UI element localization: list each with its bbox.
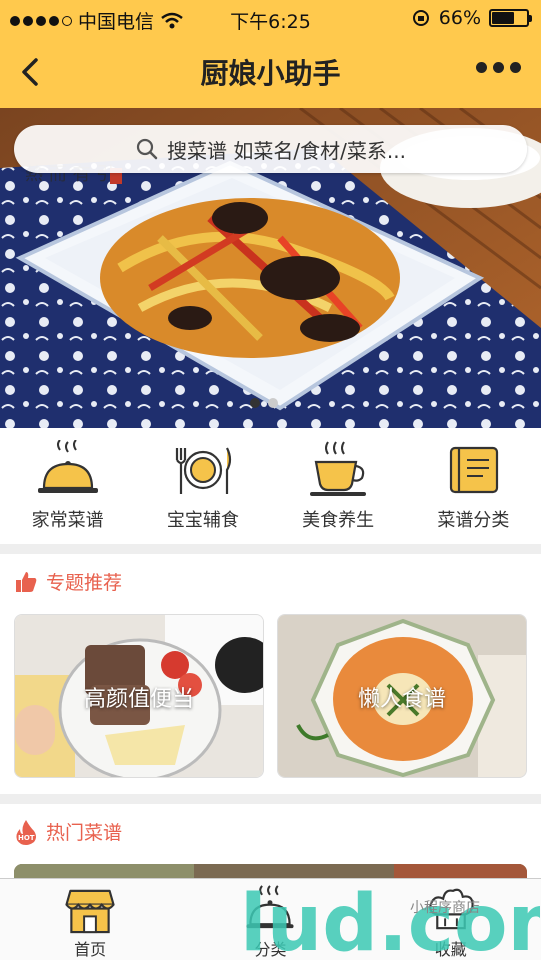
search-icon	[136, 138, 158, 160]
category-recipe-index[interactable]: 菜谱分类	[408, 428, 538, 544]
hot-badge: HOT	[18, 834, 35, 842]
topic-card-title: 高颜值便当	[83, 687, 194, 712]
battery-icon	[489, 9, 532, 27]
topic-card-title: 懒人食谱	[357, 687, 446, 712]
topics-header: 专题推荐	[14, 568, 122, 595]
section-divider	[0, 544, 541, 554]
cloche-icon	[37, 440, 98, 493]
carousel-dot[interactable]	[268, 398, 278, 408]
battery-percent: 66%	[438, 7, 481, 29]
chef-hat-icon	[429, 888, 474, 930]
cloche-icon	[246, 885, 295, 929]
recipe-book-icon	[450, 446, 499, 494]
storefront-icon	[65, 889, 115, 934]
nav-bar: 厨娘小助手	[0, 36, 541, 108]
plate-cutlery-icon	[175, 447, 231, 494]
topic-card-lazy[interactable]: 懒人食谱	[277, 614, 527, 778]
page-title: 厨娘小助手	[200, 57, 341, 90]
category-label: 家常菜谱	[31, 510, 104, 531]
hot-flame-icon: HOT	[16, 819, 36, 845]
status-bar: 中国电信 下午6:25 66%	[0, 0, 541, 36]
tab-favorites[interactable]: 收藏	[391, 879, 511, 960]
tab-label: 首页	[74, 940, 107, 959]
topic-card-bento[interactable]: 高颜值便当	[14, 614, 264, 778]
more-icon[interactable]	[476, 62, 521, 73]
category-label: 菜谱分类	[437, 510, 510, 531]
category-label: 宝宝辅食	[166, 510, 239, 531]
battery-area: 66%	[411, 7, 532, 29]
category-home-cooking[interactable]: 家常菜谱	[3, 428, 133, 544]
tab-label: 分类	[254, 940, 287, 959]
hot-title: 热门菜谱	[46, 822, 123, 844]
tab-home[interactable]: 首页	[30, 879, 150, 960]
category-label: 美食养生	[302, 510, 375, 531]
tab-categories[interactable]: 分类	[210, 879, 330, 960]
steaming-cup-icon	[310, 441, 367, 496]
carousel-indicator	[250, 398, 278, 408]
tab-label: 收藏	[434, 940, 467, 959]
carousel-dot[interactable]	[250, 398, 260, 408]
category-row: 家常菜谱 宝宝辅食 美食养生 菜谱分类	[0, 428, 541, 544]
category-health-food[interactable]: 美食养生	[273, 428, 403, 544]
tab-bar: 首页 分类 收藏	[0, 878, 541, 960]
rotation-lock-icon	[412, 10, 429, 26]
search-input[interactable]: 搜菜谱 如菜名/食材/菜系...	[167, 135, 406, 164]
thumbs-up-icon	[16, 571, 37, 592]
search-bar[interactable]: 搜菜谱 如菜名/食材/菜系...	[14, 125, 527, 173]
topics-title: 专题推荐	[46, 572, 123, 594]
section-divider	[0, 794, 541, 804]
category-baby-food[interactable]: 宝宝辅食	[138, 428, 268, 544]
hot-header: HOT 热门菜谱	[14, 818, 122, 845]
